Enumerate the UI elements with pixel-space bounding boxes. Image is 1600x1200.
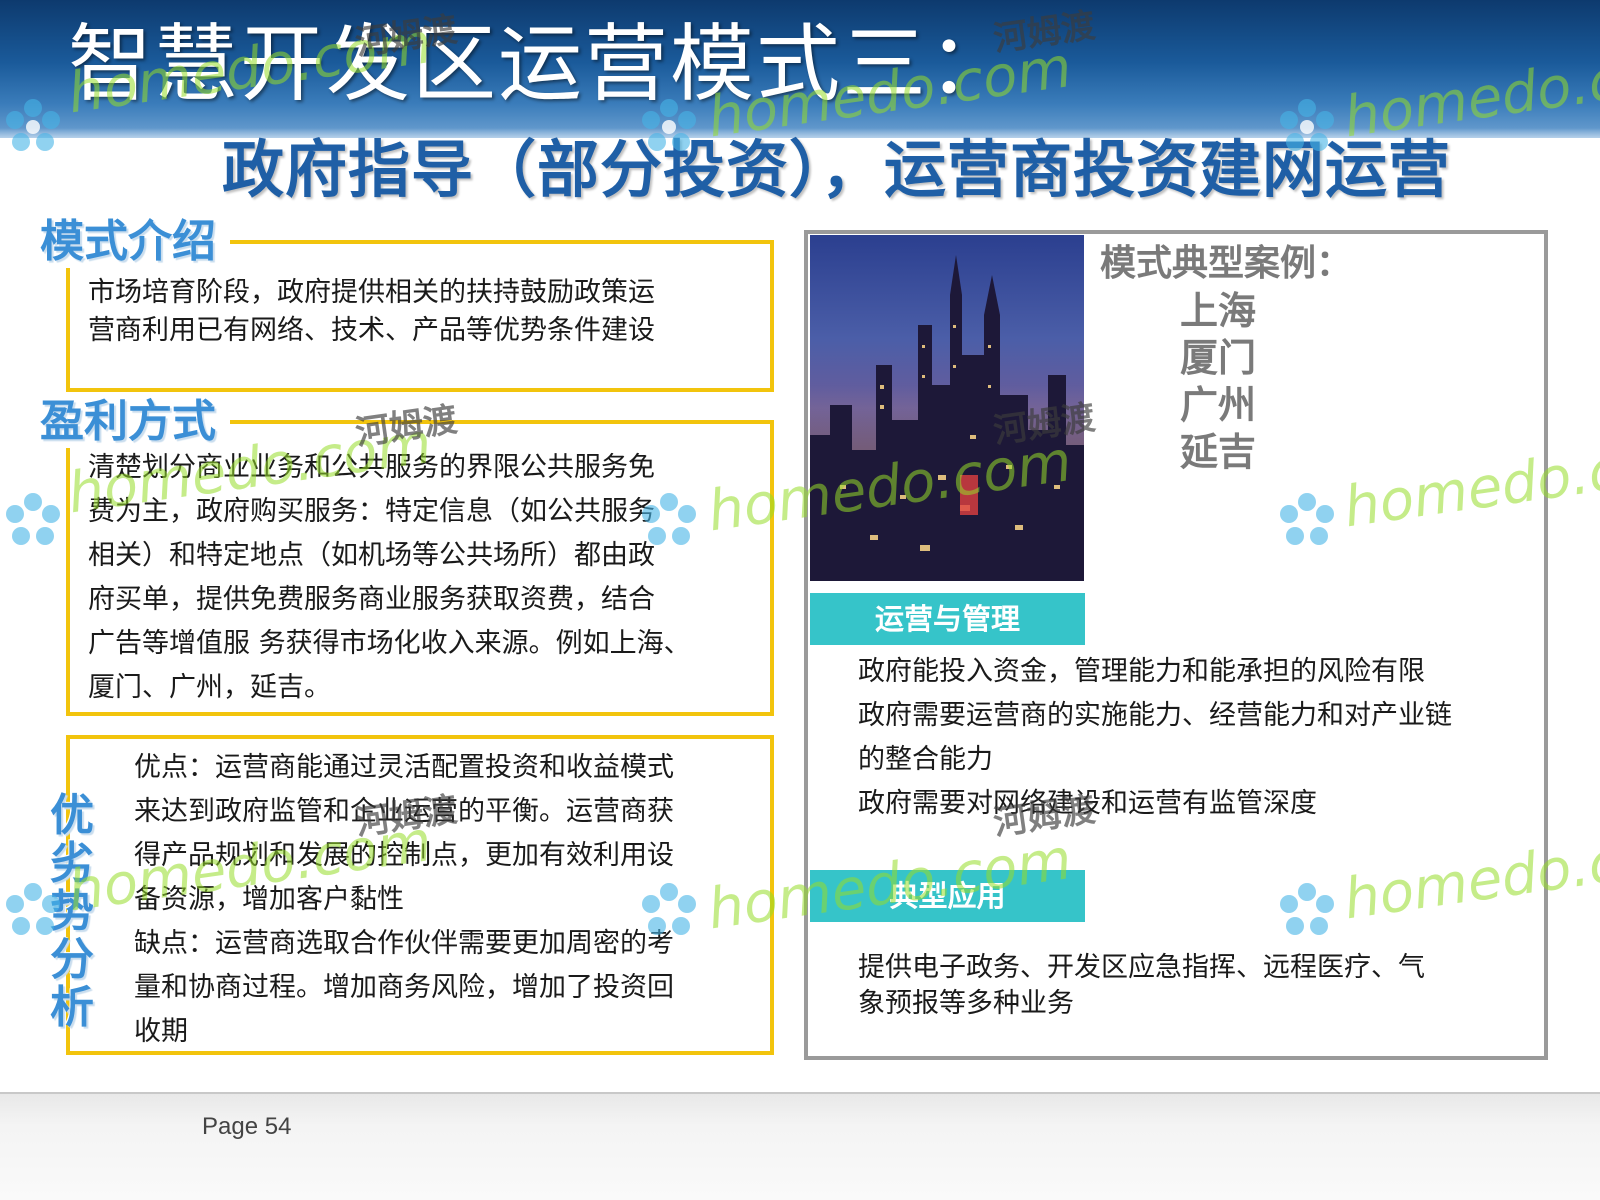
intro-text: 市场培育阶段，政府提供相关的扶持鼓励政策运 营商利用已有网络、技术、产品等优势条… [88, 274, 655, 350]
case-title: 模式典型案例： [1100, 243, 1353, 284]
page-number: Page 54 [202, 1113, 292, 1140]
operations-text: 政府能投入资金，管理能力和能承担的风险有限 政府需要运营商的实施能力、经营能力和… [858, 650, 1452, 826]
case-item: 厦门 [1180, 336, 1257, 380]
applications-line: 象预报等多种业务 [858, 988, 1074, 1019]
header-band: 智慧开发区运营模式三： [0, 0, 1600, 138]
case-item: 上海 [1180, 289, 1257, 333]
analysis-label-char: 分 [50, 934, 94, 985]
profit-line: 清楚划分商业业务和公共服务的界限公共服务免 [88, 452, 655, 483]
analysis-label-char: 优 [50, 790, 94, 841]
operations-label: 运营与管理 [810, 593, 1085, 645]
page-title: 智慧开发区运营模式三： [68, 15, 1015, 113]
footer-band [0, 1092, 1600, 1200]
profit-line: 相关）和特定地点（如机场等公共场所）都由政 [88, 540, 655, 571]
flower-logo-icon [6, 493, 60, 545]
analysis-line: 优点：运营商能通过灵活配置投资和收益模式 [134, 752, 674, 783]
applications-text: 提供电子政务、开发区应急指挥、远程医疗、气 象预报等多种业务 [858, 950, 1425, 1022]
operations-line: 政府需要运营商的实施能力、经营能力和对产业链 [858, 700, 1452, 731]
analysis-line: 收期 [134, 1016, 188, 1047]
analysis-label-char: 析 [50, 982, 94, 1033]
city-skyline-icon [810, 255, 1084, 581]
analysis-label: 优 劣 势 分 析 [42, 792, 102, 1032]
analysis-label-char: 劣 [50, 838, 94, 889]
page-subtitle: 政府指导（部分投资），运营商投资建网运营 [222, 133, 1452, 206]
analysis-text: 优点：运营商能通过灵活配置投资和收益模式 来达到政府监管和企业运营的平衡。运营商… [134, 746, 674, 1054]
analysis-line: 缺点：运营商选取合作伙伴需要更加周密的考 [134, 928, 674, 959]
intro-label: 模式介绍 [40, 216, 230, 268]
applications-label: 典型应用 [810, 870, 1085, 922]
analysis-line: 备资源，增加客户黏性 [134, 884, 404, 915]
profit-line: 广告等增值服 务获得市场化收入来源。例如上海、 [88, 628, 691, 659]
operations-line: 政府需要对网络建设和运营有监管深度 [858, 788, 1317, 819]
analysis-label-char: 势 [50, 886, 94, 937]
analysis-line: 得产品规划和发展的控制点，更加有效利用设 [134, 840, 674, 871]
intro-line: 营商利用已有网络、技术、产品等优势条件建设 [88, 315, 655, 346]
city-skyline-photo [810, 235, 1084, 581]
profit-line: 费为主，政府购买服务：特定信息（如公共服务 [88, 496, 655, 527]
intro-line: 市场培育阶段，政府提供相关的扶持鼓励政策运 [88, 277, 655, 308]
case-item: 广州 [1180, 383, 1257, 427]
operations-line: 政府能投入资金，管理能力和能承担的风险有限 [858, 656, 1425, 687]
profit-line: 府买单，提供免费服务商业服务获取资费，结合 [88, 584, 655, 615]
profit-line: 厦门、广州，延吉。 [88, 672, 331, 703]
analysis-line: 量和协商过程。增加商务风险，增加了投资回 [134, 972, 674, 1003]
analysis-line: 来达到政府监管和企业运营的平衡。运营商获 [134, 796, 674, 827]
profit-text: 清楚划分商业业务和公共服务的界限公共服务免 费为主，政府购买服务：特定信息（如公… [88, 446, 691, 710]
case-item: 延吉 [1180, 430, 1257, 474]
applications-line: 提供电子政务、开发区应急指挥、远程医疗、气 [858, 952, 1425, 983]
case-list: 模式典型案例： 上海 厦门 广州 延吉 [1100, 240, 1352, 476]
operations-line: 的整合能力 [858, 744, 993, 775]
profit-label: 盈利方式 [40, 396, 230, 448]
